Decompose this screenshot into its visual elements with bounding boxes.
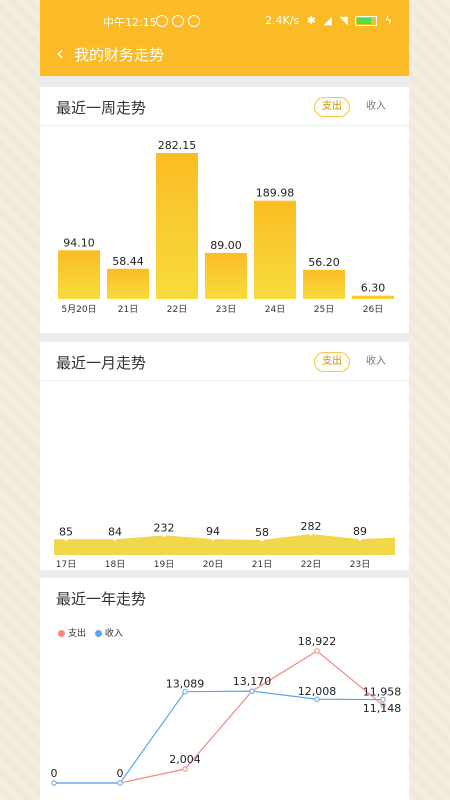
year-income-value: 12,008 (298, 685, 337, 698)
year-expense-value: 0 (51, 767, 58, 780)
page-title: 我的财务走势 (74, 46, 165, 64)
year-point (314, 648, 320, 654)
year-line-chart: 0 0 2,004 13,170 18,922 11,148 13,089 12,008 11,… (51, 635, 402, 786)
week-bar-value: 94.10 (63, 236, 95, 249)
year-series-line (54, 650, 384, 784)
week-bar-value: 189.98 (256, 187, 295, 200)
week-bar-value: 6.30 (361, 282, 386, 295)
year-card: 最近一年走势 支出 收入 0 0 2,004 13,170 18,922 11,148 13… (40, 578, 409, 800)
week-x-label: 21日 (118, 304, 138, 315)
notification-icon (188, 15, 200, 27)
month-point-value: 94 (206, 525, 220, 538)
week-x-label: 26日 (363, 304, 383, 315)
bluetooth-icon: ✱ (306, 14, 316, 27)
status-time: 中午12:15 (103, 16, 157, 29)
year-point (117, 780, 123, 786)
year-income-value: 13,089 (166, 678, 205, 691)
week-bar (352, 295, 394, 299)
battery-icon (355, 16, 378, 26)
year-expense-value: 13,170 (233, 675, 272, 688)
week-x-label: 24日 (265, 304, 285, 315)
week-bar-value: 89.00 (210, 239, 242, 252)
month-x-label: 21日 (252, 559, 272, 570)
month-area-chart: 85 17日 84 18日 232 19日 94 20日 58 21日 282 22日 89 23日 (54, 520, 395, 570)
status-bar: 中午12:15 2.4K/s ✱ ◢ ◥ ϟ (40, 14, 409, 30)
week-bar (156, 153, 198, 299)
week-bar-chart: 94.10 5月20日 58.44 21日 282.15 22日 89.00 23日 189.9… (58, 139, 394, 315)
month-x-label: 18日 (105, 559, 125, 570)
week-bar (107, 268, 149, 299)
charging-icon: ϟ (384, 14, 393, 27)
week-x-label: 5月20日 (61, 304, 96, 315)
signal-icon: ◢ (323, 14, 332, 27)
year-series-line (54, 690, 384, 784)
month-x-label: 23日 (350, 559, 370, 570)
month-card: 最近一月走势 支出 收入 85 17日 84 18日 232 19日 94 20日 58 21日 2… (40, 342, 409, 570)
background-right (409, 0, 450, 800)
week-bar (303, 269, 345, 299)
week-bar-value: 56.20 (308, 256, 340, 269)
week-bar-value: 282.15 (158, 139, 197, 152)
year-point (182, 766, 188, 772)
year-expense-value: 2,004 (169, 753, 201, 766)
month-point-value: 85 (59, 525, 73, 538)
week-bar-value: 58.44 (112, 255, 144, 268)
title-bar: ‹ 我的财务走势 (40, 40, 409, 68)
month-x-label: 17日 (56, 559, 76, 570)
status-right: 2.4K/s ✱ ◢ ◥ ϟ (265, 14, 392, 27)
month-point-value: 58 (255, 526, 269, 539)
year-expense-value: 18,922 (298, 635, 337, 648)
back-arrow-icon[interactable]: ‹ (56, 42, 64, 64)
week-x-label: 25日 (314, 304, 334, 315)
week-bar (205, 252, 247, 299)
background-left (0, 0, 40, 800)
month-point-value: 232 (154, 521, 175, 534)
week-bar (58, 250, 100, 299)
year-expense-value: 0 (117, 767, 124, 780)
app-header: 中午12:15 2.4K/s ✱ ◢ ◥ ϟ ‹ 我的财务走势 (40, 0, 409, 76)
month-point-value: 282 (301, 520, 322, 533)
network-speed: 2.4K/s (265, 14, 300, 27)
year-income-value: 11,958 (363, 686, 402, 699)
notification-icon (172, 15, 184, 27)
month-x-label: 22日 (301, 559, 321, 570)
week-bar (254, 200, 296, 299)
week-x-label: 22日 (167, 304, 187, 315)
year-point (249, 688, 255, 694)
month-point-value: 89 (353, 525, 367, 538)
year-expense-value: 11,148 (363, 702, 402, 715)
year-point (51, 780, 57, 786)
month-point-value: 84 (108, 525, 122, 538)
wifi-icon: ◥ (339, 14, 348, 27)
month-area (54, 534, 395, 555)
week-x-label: 23日 (216, 304, 236, 315)
month-x-label: 20日 (203, 559, 223, 570)
phone-screen: 中午12:15 2.4K/s ✱ ◢ ◥ ϟ ‹ 我的财务走势 最近一周走势 支… (40, 0, 409, 800)
week-card: 最近一周走势 支出 收入 94.10 5月20日 58.44 21日 282.15 22日… (40, 87, 409, 333)
notification-icon (156, 15, 168, 27)
month-x-label: 19日 (154, 559, 174, 570)
notification-icons (156, 14, 204, 27)
